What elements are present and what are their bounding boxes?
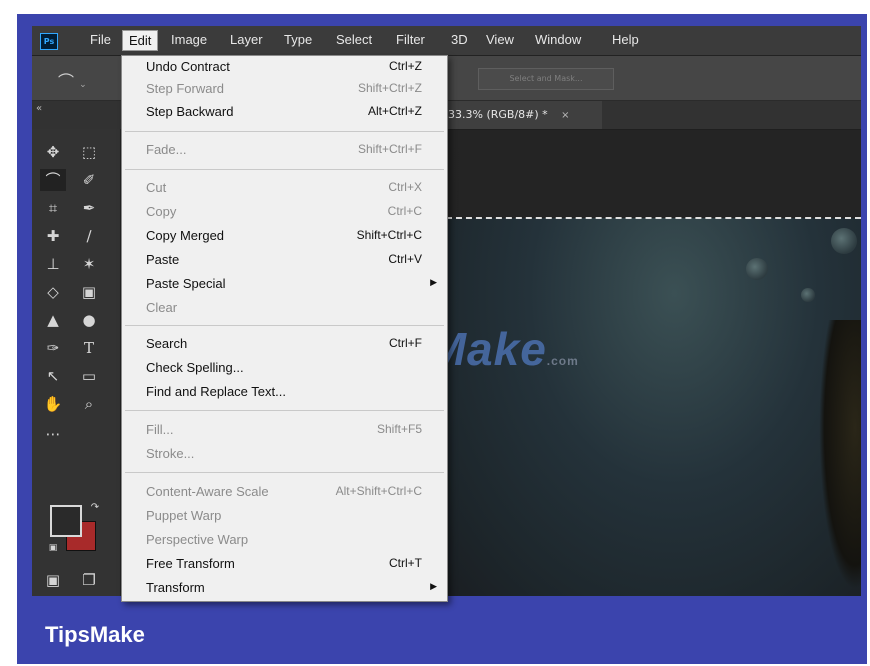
menu-item-clear[interactable]: Clear <box>122 297 447 319</box>
marquee-tool-icon[interactable]: ⬚ <box>76 141 102 163</box>
menu-item-puppet-warp[interactable]: Puppet Warp <box>122 505 447 527</box>
menu-separator <box>125 131 444 132</box>
menu-layer[interactable]: Layer <box>230 32 263 47</box>
bokeh-light <box>831 228 857 254</box>
document-tab[interactable]: 33.3% (RGB/8#) * × <box>442 101 602 129</box>
eyedropper-tool-icon[interactable]: ✒ <box>76 197 102 219</box>
collapse-panel-icon[interactable]: « <box>36 103 42 114</box>
select-and-mask-button[interactable]: Select and Mask... <box>478 68 614 90</box>
move-tool-icon[interactable]: ✥ <box>40 141 66 163</box>
menu-item-cut[interactable]: Cut Ctrl+X <box>122 177 447 199</box>
menu-type[interactable]: Type <box>284 32 312 47</box>
menu-file[interactable]: File <box>90 32 111 47</box>
quick-mask-icon[interactable]: ▣ <box>40 569 66 591</box>
menu-item-check-spelling[interactable]: Check Spelling... <box>122 357 447 379</box>
brush-tool-icon[interactable]: ∕ <box>76 225 102 247</box>
menubar: Ps File Edit Image Layer Type Select Fil… <box>32 26 861 56</box>
path-select-tool-icon[interactable]: ↖ <box>40 365 66 387</box>
foreground-color-swatch[interactable] <box>50 505 82 537</box>
tools-panel: ✥ ⬚ ⌒ ✐ ⌗ ✒ ✚ ∕ ⊥ ✶ ◇ ▣ ▲ ● ✑ T ↖ ▭ ✋ ⌕ … <box>32 129 121 596</box>
lasso-tool-icon: ⌒ <box>58 72 75 91</box>
hand-tool-icon[interactable]: ✋ <box>40 393 66 415</box>
menu-filter[interactable]: Filter <box>396 32 425 47</box>
zoom-tool-icon[interactable]: ⌕ <box>76 393 102 415</box>
close-icon[interactable]: × <box>561 110 569 121</box>
submenu-arrow-icon: ▶ <box>430 277 437 287</box>
crop-tool-icon[interactable]: ⌗ <box>40 197 66 219</box>
menu-item-copy-merged[interactable]: Copy Merged Shift+Ctrl+C <box>122 225 447 247</box>
lasso-tool-icon[interactable]: ⌒ <box>40 169 66 191</box>
menu-item-fade[interactable]: Fade... Shift+Ctrl+F <box>122 139 447 161</box>
menu-item-find-replace[interactable]: Find and Replace Text... <box>122 381 447 403</box>
chevron-down-icon: ⌄ <box>79 80 87 90</box>
menu-item-copy[interactable]: Copy Ctrl+C <box>122 201 447 223</box>
tool-preset-picker[interactable]: ⌒ ⌄ <box>58 68 102 91</box>
photoshop-logo-icon: Ps <box>40 33 58 50</box>
menu-image[interactable]: Image <box>171 32 207 47</box>
bokeh-light <box>801 288 815 302</box>
document-tab-title: 33.3% (RGB/8#) * <box>448 108 548 121</box>
menu-item-undo-contract[interactable]: Undo Contract Ctrl+Z <box>122 56 447 78</box>
edit-menu-dropdown: Undo Contract Ctrl+Z Step Forward Shift+Ct… <box>121 55 448 602</box>
clone-stamp-tool-icon[interactable]: ⊥ <box>40 253 66 275</box>
selection-marquee <box>446 217 861 219</box>
pen-tool-icon[interactable]: ✑ <box>40 337 66 359</box>
menu-item-free-transform[interactable]: Free Transform Ctrl+T <box>122 553 447 575</box>
subject-silhouette <box>819 320 861 590</box>
menu-item-stroke[interactable]: Stroke... <box>122 443 447 465</box>
menu-separator <box>125 472 444 473</box>
menu-item-step-backward[interactable]: Step Backward Alt+Ctrl+Z <box>122 101 447 123</box>
submenu-arrow-icon: ▶ <box>430 581 437 591</box>
menu-item-paste-special[interactable]: Paste Special ▶ <box>122 273 447 295</box>
menu-select[interactable]: Select <box>336 32 372 47</box>
menu-window[interactable]: Window <box>535 32 581 47</box>
image-photo <box>446 218 861 596</box>
menu-help[interactable]: Help <box>612 32 639 47</box>
more-tools-icon[interactable]: ⋯ <box>40 423 66 445</box>
menu-separator <box>125 410 444 411</box>
swap-colors-icon[interactable]: ↷ <box>82 497 108 519</box>
menu-item-transform[interactable]: Transform ▶ <box>122 577 447 599</box>
dodge-tool-icon[interactable]: ● <box>76 309 102 331</box>
gradient-tool-icon[interactable]: ▣ <box>76 281 102 303</box>
menu-item-content-aware-scale[interactable]: Content-Aware Scale Alt+Shift+Ctrl+C <box>122 481 447 503</box>
blur-tool-icon[interactable]: ▲ <box>40 309 66 331</box>
menu-separator <box>125 325 444 326</box>
caption-brand: TipsMake <box>45 622 145 647</box>
menu-item-paste[interactable]: Paste Ctrl+V <box>122 249 447 271</box>
healing-brush-tool-icon[interactable]: ✚ <box>40 225 66 247</box>
menu-view[interactable]: View <box>486 32 514 47</box>
menu-3d[interactable]: 3D <box>451 32 468 47</box>
menu-item-step-forward[interactable]: Step Forward Shift+Ctrl+Z <box>122 78 447 100</box>
menu-item-perspective-warp[interactable]: Perspective Warp <box>122 529 447 551</box>
screen-mode-icon[interactable]: ❐ <box>76 569 102 591</box>
menu-edit[interactable]: Edit <box>122 30 159 51</box>
history-brush-tool-icon[interactable]: ✶ <box>76 253 102 275</box>
default-colors-icon[interactable]: ▣ <box>40 537 66 559</box>
menu-separator <box>125 169 444 170</box>
quick-select-tool-icon[interactable]: ✐ <box>76 169 102 191</box>
bokeh-light <box>746 258 768 280</box>
type-tool-icon[interactable]: T <box>76 337 102 359</box>
rectangle-tool-icon[interactable]: ▭ <box>76 365 102 387</box>
eraser-tool-icon[interactable]: ◇ <box>40 281 66 303</box>
menu-item-fill[interactable]: Fill... Shift+F5 <box>122 419 447 441</box>
menu-item-search[interactable]: Search Ctrl+F <box>122 333 447 355</box>
